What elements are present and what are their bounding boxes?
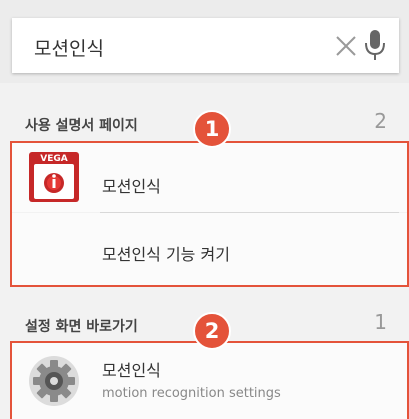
microphone-icon[interactable] (364, 29, 386, 61)
callout-badge-1: 1 (193, 110, 231, 148)
search-bar-area: 모션인식 (0, 0, 409, 83)
highlight-box-1 (10, 141, 409, 287)
callout-badge-2: 2 (193, 312, 231, 350)
section-title: 설정 화면 바로가기 (25, 319, 138, 335)
section-count: 1 (374, 310, 387, 334)
section-title: 사용 설명서 페이지 (25, 118, 138, 134)
clear-icon[interactable] (334, 34, 358, 58)
section-count: 2 (374, 109, 387, 133)
search-box[interactable]: 모션인식 (12, 18, 399, 73)
search-input[interactable]: 모션인식 (34, 34, 104, 61)
highlight-box-2 (10, 341, 409, 419)
